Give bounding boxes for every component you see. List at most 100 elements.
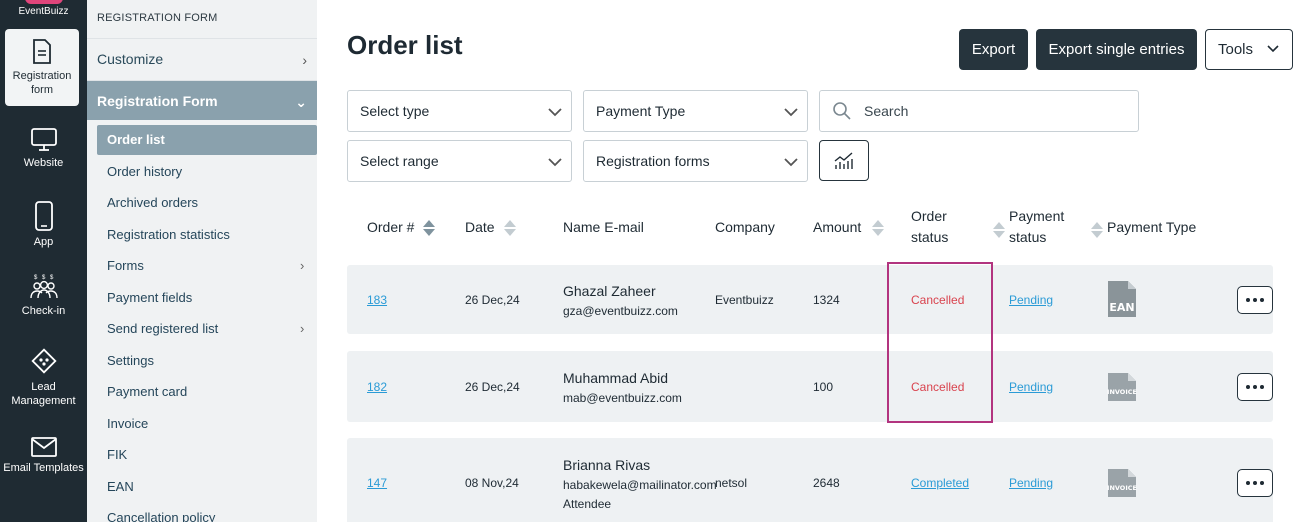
sidebar-item-registration-statistics[interactable]: Registration statistics	[107, 225, 230, 245]
registration-forms-dropdown[interactable]: Registration forms	[583, 140, 808, 182]
chevron-down-icon	[1267, 45, 1279, 53]
column-header-line: Order	[911, 208, 947, 224]
rail-item-label: Email Templates	[3, 462, 84, 474]
order-date: 26 Dec,24	[465, 380, 520, 394]
column-header-date: Date	[465, 219, 495, 235]
customer-role: Attendee	[563, 497, 612, 511]
brand-logo-mark	[25, 0, 63, 4]
statistics-chart-button[interactable]	[819, 140, 869, 181]
invoice-file-icon: INVOICE	[1107, 469, 1137, 497]
sort-icon[interactable]	[422, 218, 436, 238]
customer-name: Brianna Rivas	[563, 457, 651, 473]
sidebar-item-invoice[interactable]: Invoice	[107, 414, 148, 434]
export-button[interactable]: Export	[959, 29, 1028, 70]
sidebar: REGISTRATION FORM Customize › Registrati…	[87, 0, 317, 522]
search-icon	[833, 102, 851, 120]
invoice-file-icon: INVOICE	[1107, 373, 1137, 401]
column-header-line: status	[1009, 229, 1047, 245]
rail-item-app[interactable]: App	[0, 201, 87, 249]
row-actions-button[interactable]	[1237, 286, 1273, 314]
payment-status-link[interactable]: Pending	[1009, 293, 1053, 307]
sidebar-item-payment-card[interactable]: Payment card	[107, 382, 187, 402]
order-number-link[interactable]: 183	[367, 293, 387, 307]
sidebar-item-forms[interactable]: Forms ›	[107, 256, 307, 276]
page-title: Order list	[347, 30, 463, 60]
sort-icon[interactable]	[1090, 220, 1104, 240]
phone-icon	[34, 201, 53, 231]
customer-info: Ghazal Zaheer gza@eventbuizz.com	[563, 283, 678, 318]
sidebar-item-cancellation-policy[interactable]: Cancellation policy	[107, 508, 215, 522]
select-range-dropdown[interactable]: Select range	[347, 140, 572, 182]
sidebar-section-customize[interactable]: Customize ›	[87, 38, 317, 78]
sidebar-item-order-list[interactable]: Order list	[97, 125, 317, 155]
registration-forms-label: Registration forms	[596, 153, 710, 169]
svg-text:$: $	[34, 275, 38, 281]
rail-item-check-in[interactable]: $ $ $ Check-in	[0, 274, 87, 318]
rail-item-email-templates[interactable]: Email Templates	[0, 437, 87, 475]
rail-item-website[interactable]: Website	[0, 128, 87, 170]
sidebar-section-label: Customize	[97, 50, 164, 67]
customer-info: Muhammad Abid mab@eventbuizz.com	[563, 370, 682, 405]
column-header-line: status	[911, 229, 949, 245]
amount: 1324	[813, 293, 840, 307]
sort-icon[interactable]	[992, 220, 1006, 240]
amount: 100	[813, 380, 834, 394]
chart-icon	[834, 151, 853, 169]
sort-icon[interactable]	[871, 218, 885, 238]
brand-name: EventBuizz	[18, 6, 69, 17]
document-icon	[33, 39, 51, 64]
customer-email: mab@eventbuizz.com	[563, 391, 682, 405]
sort-icon[interactable]	[503, 218, 517, 238]
order-number-link[interactable]: 147	[367, 476, 387, 490]
payment-status-link[interactable]: Pending	[1009, 380, 1053, 394]
chevron-right-icon: ›	[300, 321, 305, 336]
sidebar-item-archived-orders[interactable]: Archived orders	[107, 193, 198, 213]
sidebar-section-registration-form[interactable]: Registration Form ⌄	[87, 80, 317, 120]
chevron-down-icon: ⌄	[295, 94, 307, 110]
sidebar-item-payment-fields[interactable]: Payment fields	[107, 288, 192, 308]
chevron-down-icon	[784, 108, 798, 117]
select-range-label: Select range	[360, 153, 439, 169]
chevron-right-icon: ›	[300, 258, 305, 273]
order-number-link[interactable]: 182	[367, 380, 387, 394]
sidebar-item-order-history[interactable]: Order history	[107, 162, 182, 182]
svg-text:$: $	[42, 275, 46, 281]
payment-type-label: Payment Type	[596, 103, 686, 119]
tools-dropdown[interactable]: Tools	[1205, 29, 1293, 70]
rail-item-label: Lead Management	[11, 381, 76, 407]
payment-type-label: INVOICE	[1107, 388, 1137, 396]
svg-text:$: $	[50, 275, 54, 281]
chevron-right-icon: ›	[302, 52, 307, 68]
payment-status-link[interactable]: Pending	[1009, 476, 1053, 490]
search-box	[819, 90, 1139, 132]
payment-type-label: EAN	[1109, 301, 1134, 314]
export-single-entries-button[interactable]: Export single entries	[1036, 29, 1197, 70]
sidebar-item-fik[interactable]: FIK	[107, 445, 127, 465]
rail-item-lead-management[interactable]: Lead Management	[0, 346, 87, 408]
rail-item-label: App	[33, 236, 54, 248]
customer-email: habakewela@mailinator.com	[563, 478, 717, 492]
chevron-down-icon	[548, 158, 562, 167]
people-icon: $ $ $	[29, 275, 58, 299]
sidebar-item-settings[interactable]: Settings	[107, 351, 154, 371]
company: netsol	[715, 476, 748, 490]
customer-name: Muhammad Abid	[563, 370, 669, 386]
select-type-dropdown[interactable]: Select type	[347, 90, 572, 132]
icon-rail: EventBuizz Registration form Website App…	[0, 0, 87, 522]
sidebar-item-ean[interactable]: EAN	[107, 477, 134, 497]
customer-name: Ghazal Zaheer	[563, 283, 656, 299]
column-header-payment-type: Payment Type	[1107, 219, 1197, 235]
search-input[interactable]	[864, 103, 1124, 119]
row-actions-button[interactable]	[1237, 469, 1273, 497]
ean-file-icon: EAN	[1108, 281, 1136, 317]
sidebar-item-send-registered-list[interactable]: Send registered list ›	[107, 319, 307, 339]
order-date: 26 Dec,24	[465, 293, 520, 307]
sidebar-title: REGISTRATION FORM	[97, 12, 218, 24]
rail-item-registration-form[interactable]: Registration form	[5, 29, 79, 106]
column-header-payment-status: Payment status	[1009, 206, 1064, 248]
payment-type-dropdown[interactable]: Payment Type	[583, 90, 808, 132]
sidebar-section-label: Registration Form	[97, 92, 218, 109]
order-status-link[interactable]: Completed	[911, 476, 969, 490]
monitor-icon	[30, 128, 57, 151]
row-actions-button[interactable]	[1237, 373, 1273, 401]
